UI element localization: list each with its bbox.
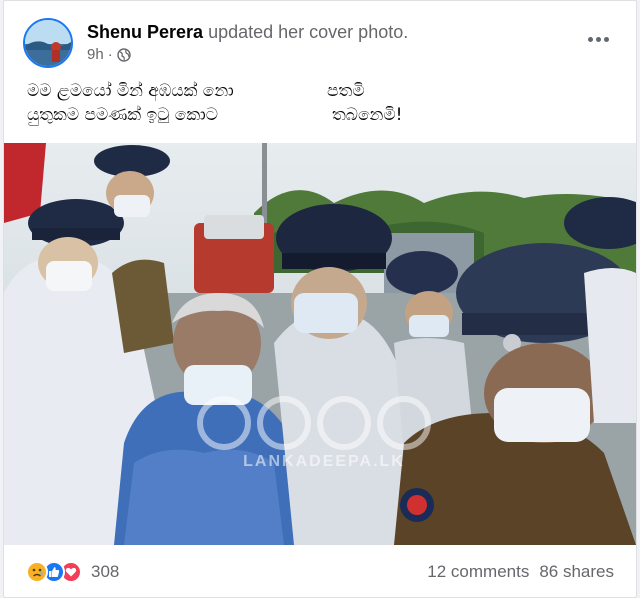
post-footer: 308 12 comments 86 shares	[4, 549, 636, 595]
post-card: Shenu Perera updated her cover photo. 9h…	[3, 0, 637, 598]
caption-line: මම ළමයෝ මින් අඹයක් නො පතමි	[27, 81, 365, 101]
post-header: Shenu Perera updated her cover photo.	[87, 21, 408, 43]
post-meta: 9h ·	[87, 46, 131, 63]
comments-count[interactable]: 12 comments	[427, 562, 529, 582]
shares-count[interactable]: 86 shares	[539, 562, 614, 582]
reaction-count: 308	[91, 562, 120, 581]
engagement-stats: 12 comments 86 shares	[427, 562, 614, 582]
reaction-summary[interactable]: 308	[26, 561, 119, 583]
more-options-icon[interactable]	[584, 29, 612, 49]
author-avatar[interactable]	[23, 18, 73, 68]
sad-reaction-icon	[26, 561, 48, 583]
post-timestamp[interactable]: 9h	[87, 46, 104, 63]
caption-line: යුතුකම පමණක් ඉටු කොට තබනෙමි!	[27, 105, 403, 125]
meta-separator: ·	[107, 46, 113, 63]
author-name[interactable]: Shenu Perera	[87, 22, 203, 42]
globe-icon[interactable]	[116, 47, 131, 62]
post-action-text: updated her cover photo.	[208, 22, 409, 42]
cover-photo[interactable]: LANKADEEPA.LK	[4, 143, 636, 545]
post-caption: මම ළමයෝ මින් අඹයක් නො පතමි යුතුකම පමණක් …	[27, 79, 402, 127]
